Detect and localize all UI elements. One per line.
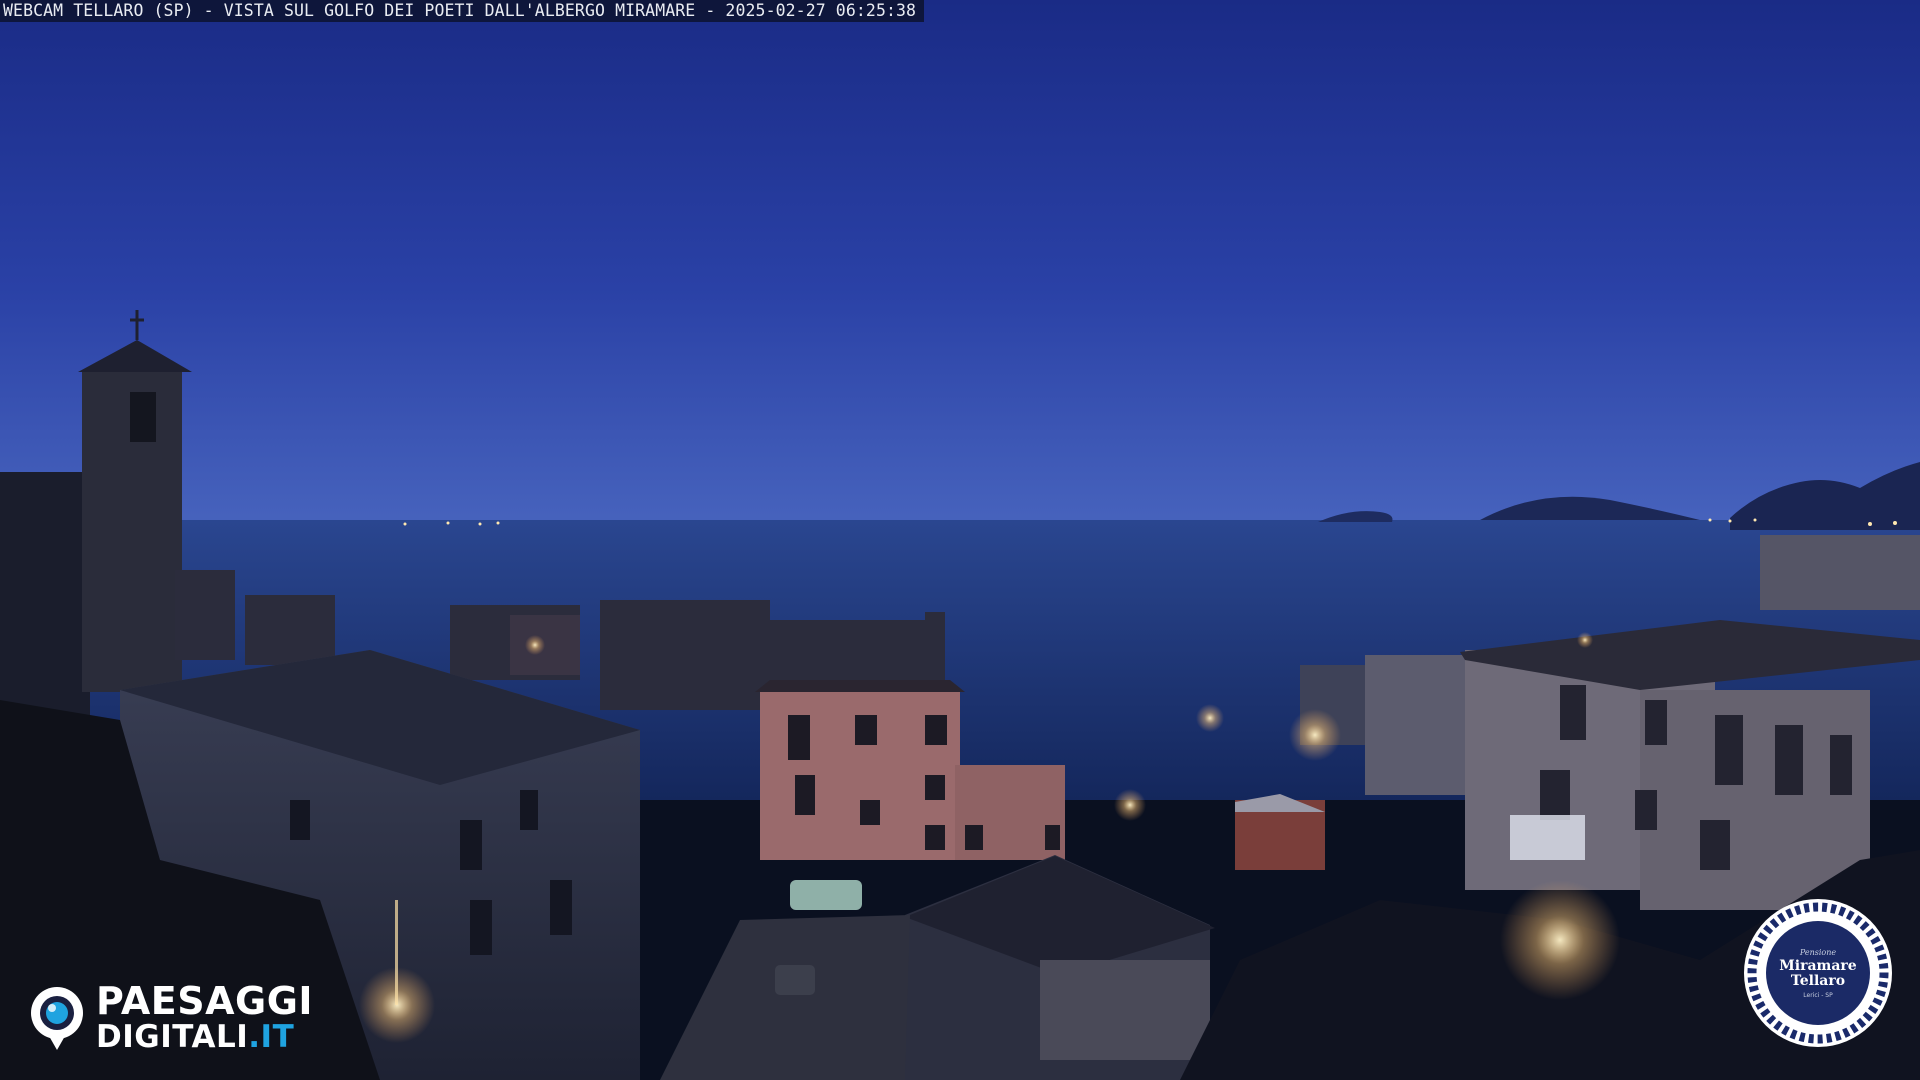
brand-line-1: PAESAGGI (96, 979, 314, 1023)
brand-line-2-main: DIGITALI (96, 1019, 249, 1055)
webcam-eye-icon (31, 986, 83, 1050)
brand-line-2-accent: .IT (248, 1019, 295, 1055)
webcam-scene-image (0, 0, 1920, 1080)
webcam-frame: WEBCAM TELLARO (SP) - VISTA SUL GOLFO DE… (0, 0, 1920, 1080)
miramare-tellaro-seal: Pensione Miramare Tellaro Lerici - SP (1742, 897, 1894, 1049)
webcam-caption: WEBCAM TELLARO (SP) - VISTA SUL GOLFO DE… (0, 0, 925, 22)
foreground-house-center (905, 855, 1215, 1080)
seal-name-line-1: Miramare (1779, 957, 1857, 974)
road (660, 915, 910, 1080)
parked-car (790, 880, 862, 910)
seal-small-text: Pensione (1799, 947, 1837, 957)
sky (0, 0, 1920, 525)
seal-location: Lerici - SP (1803, 991, 1833, 999)
seal-name-line-2: Tellaro (1790, 972, 1846, 989)
paesaggi-digitali-logo[interactable]: PAESAGGI DIGITALI .IT (28, 982, 313, 1053)
